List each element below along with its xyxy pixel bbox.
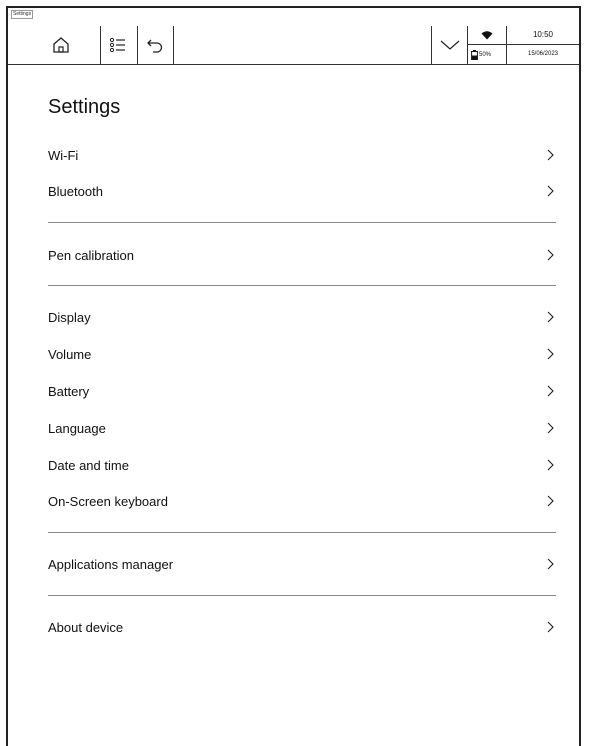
toolbar-separator <box>431 26 432 64</box>
chevron-right-icon <box>547 348 554 360</box>
settings-item-date-and-time[interactable]: Date and time <box>48 450 557 480</box>
home-button[interactable] <box>46 30 76 60</box>
settings-item-volume[interactable]: Volume <box>48 339 557 369</box>
status-area: 50% 10:50 15/06/2023 <box>467 8 579 64</box>
settings-item-label: On-Screen keyboard <box>48 493 168 509</box>
chevron-right-icon <box>547 311 554 323</box>
clock-time: 10:50 <box>532 30 554 39</box>
settings-item-applications-manager[interactable]: Applications manager <box>48 549 557 579</box>
chevron-right-icon <box>547 249 554 261</box>
settings-item-label: Date and time <box>48 457 129 473</box>
chevron-right-icon <box>547 459 554 471</box>
chevron-right-icon <box>547 495 554 507</box>
chevron-right-icon <box>547 422 554 434</box>
settings-item-on-screen-keyboard[interactable]: On-Screen keyboard <box>48 486 557 516</box>
settings-item-label: Battery <box>48 383 90 399</box>
settings-item-label: Applications manager <box>48 556 174 572</box>
top-toolbar: Settings 50% 10:50 15/06/2023 <box>8 8 579 65</box>
back-button[interactable] <box>140 30 170 60</box>
home-icon <box>53 37 69 53</box>
settings-item-battery[interactable]: Battery <box>48 376 557 406</box>
group-divider <box>48 595 556 596</box>
tab-label: Settings <box>11 10 34 19</box>
undo-icon <box>147 39 163 53</box>
settings-item-display[interactable]: Display <box>48 302 557 332</box>
settings-item-pen-calibration[interactable]: Pen calibration <box>48 240 557 270</box>
chevron-right-icon <box>547 621 554 633</box>
settings-item-label: Language <box>48 420 106 436</box>
group-divider <box>48 285 556 286</box>
settings-item-label: Volume <box>48 346 92 362</box>
settings-item-language[interactable]: Language <box>48 413 557 443</box>
chevron-right-icon <box>547 385 554 397</box>
list-button[interactable] <box>103 30 133 60</box>
settings-item-label: Display <box>48 309 91 325</box>
toolbar-separator <box>137 26 138 64</box>
settings-item-bluetooth[interactable]: Bluetooth <box>48 176 557 206</box>
battery-level: 50% <box>479 52 492 58</box>
status-separator <box>467 26 468 64</box>
chevron-down-icon <box>440 40 460 50</box>
settings-item-about-device[interactable]: About device <box>48 612 557 642</box>
settings-item-label: Bluetooth <box>48 183 103 199</box>
group-divider <box>48 532 556 533</box>
toolbar-separator <box>173 26 174 64</box>
wifi-icon <box>481 31 493 40</box>
dropdown-button[interactable] <box>435 30 465 60</box>
chevron-right-icon <box>547 185 554 197</box>
settings-item-label: Pen calibration <box>48 247 134 263</box>
battery-icon <box>471 50 478 60</box>
settings-item-label: About device <box>48 619 124 635</box>
settings-item-wifi[interactable]: Wi-Fi <box>48 140 557 170</box>
settings-item-label: Wi-Fi <box>48 147 79 163</box>
toolbar-separator <box>100 26 101 64</box>
clock-date: 15/06/2023 <box>527 51 559 57</box>
chevron-right-icon <box>547 558 554 570</box>
chevron-right-icon <box>547 149 554 161</box>
status-separator <box>467 44 579 45</box>
group-divider <box>48 222 556 223</box>
list-icon <box>109 37 125 53</box>
page-title: Settings <box>48 96 121 118</box>
